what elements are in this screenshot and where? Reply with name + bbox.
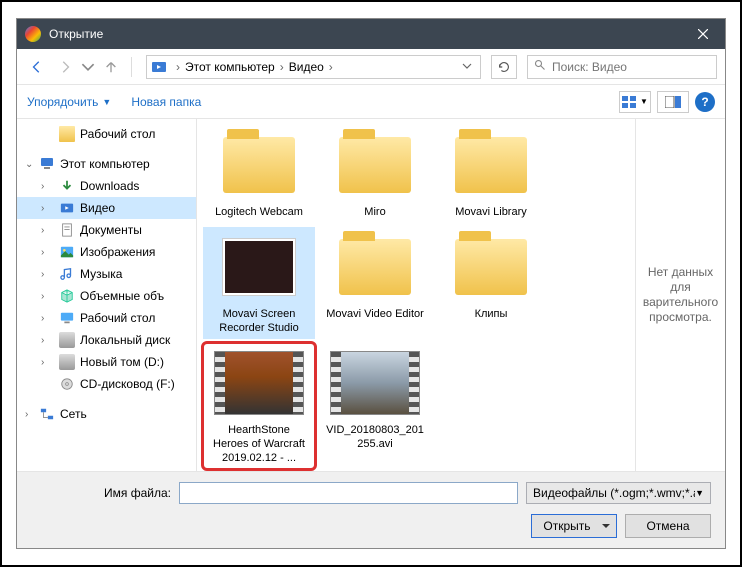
cancel-button[interactable]: Отмена [625, 514, 711, 538]
file-list[interactable]: Logitech Webcam Miro Movavi Library Mova… [197, 119, 635, 471]
chevron-right-icon: › [326, 60, 336, 74]
expand-icon[interactable]: › [41, 247, 44, 258]
disk-icon [59, 354, 75, 370]
video-library-icon [149, 57, 169, 77]
preview-pane-button[interactable] [657, 91, 689, 113]
music-icon [59, 266, 75, 282]
folder-movavi-library[interactable]: Movavi Library [435, 125, 547, 223]
open-button[interactable]: Открыть [531, 514, 617, 538]
address-dropdown[interactable] [456, 60, 478, 74]
sidebar-item-this-pc[interactable]: ⌄Этот компьютер [17, 153, 196, 175]
forward-button[interactable] [53, 55, 77, 79]
new-folder-button[interactable]: Новая папка [131, 95, 201, 109]
help-button[interactable]: ? [695, 92, 715, 112]
folder-icon [455, 137, 527, 193]
folder-icon [339, 239, 411, 295]
titlebar: Открытие [17, 19, 725, 49]
video-icon [59, 200, 75, 216]
expand-icon[interactable]: › [41, 291, 44, 302]
view-mode-button[interactable]: ▼ [619, 91, 651, 113]
folder-icon [455, 239, 527, 295]
search-box[interactable] [527, 55, 717, 79]
recent-dropdown[interactable] [81, 55, 95, 79]
chevron-down-icon: ▼ [695, 488, 704, 498]
filetype-dropdown[interactable]: Видеофайлы (*.ogm;*.wmv;*.a ▼ [526, 482, 711, 504]
footer: Имя файла: Видеофайлы (*.ogm;*.wmv;*.a ▼… [17, 471, 725, 548]
disk-icon [59, 332, 75, 348]
folder-miro[interactable]: Miro [319, 125, 431, 223]
search-input[interactable] [552, 60, 710, 74]
pictures-icon [59, 244, 75, 260]
expand-icon[interactable]: › [41, 335, 44, 346]
up-button[interactable] [99, 55, 123, 79]
sidebar-item-desktop-2[interactable]: ›Рабочий стол [17, 307, 196, 329]
sidebar-item-cd-drive[interactable]: CD-дисковод (F:) [17, 373, 196, 395]
folder-logitech-webcam[interactable]: Logitech Webcam [203, 125, 315, 223]
sidebar-item-new-volume[interactable]: ›Новый том (D:) [17, 351, 196, 373]
sidebar-item-desktop[interactable]: Рабочий стол [17, 123, 196, 145]
collapse-icon[interactable]: ⌄ [25, 159, 33, 170]
chevron-right-icon: › [173, 60, 183, 74]
sidebar-item-video[interactable]: ›Видео [17, 197, 196, 219]
breadcrumb-current[interactable]: Видео [287, 60, 326, 74]
expand-icon[interactable]: › [41, 357, 44, 368]
pc-icon [39, 156, 55, 172]
chevron-down-icon: ▼ [640, 97, 648, 106]
chrome-icon [25, 26, 41, 42]
close-icon [698, 29, 708, 39]
video-thumbnail [214, 351, 304, 415]
toolbar: Упорядочить▼ Новая папка ▼ ? [17, 85, 725, 119]
sidebar-item-3d-objects[interactable]: ›Объемные объ [17, 285, 196, 307]
sidebar-item-documents[interactable]: ›Документы [17, 219, 196, 241]
chevron-down-icon: ▼ [102, 97, 111, 107]
sidebar-item-music[interactable]: ›Музыка [17, 263, 196, 285]
preview-empty-text: Нет данных для варительного просмотра. [643, 265, 718, 325]
window-title: Открытие [49, 27, 680, 41]
folder-clips[interactable]: Клипы [435, 227, 547, 339]
documents-icon [59, 222, 75, 238]
cube-icon [59, 288, 75, 304]
breadcrumb-root[interactable]: Этот компьютер [183, 60, 277, 74]
back-button[interactable] [25, 55, 49, 79]
navigation-tree[interactable]: Рабочий стол ⌄Этот компьютер ›Downloads … [17, 119, 197, 471]
refresh-button[interactable] [491, 55, 517, 79]
network-icon [39, 406, 55, 422]
chevron-right-icon: › [277, 60, 287, 74]
folder-movavi-video-editor[interactable]: Movavi Video Editor [319, 227, 431, 339]
expand-icon[interactable]: › [41, 203, 44, 214]
downloads-icon [59, 178, 75, 194]
cd-icon [59, 376, 75, 392]
file-open-dialog: Открытие › Этот компьютер › Видео › Упор… [16, 18, 726, 549]
sidebar-item-downloads[interactable]: ›Downloads [17, 175, 196, 197]
sidebar-item-pictures[interactable]: ›Изображения [17, 241, 196, 263]
preview-pane: Нет данных для варительного просмотра. [635, 119, 725, 471]
video-vid-20180803[interactable]: VID_20180803_201255.avi [319, 343, 431, 469]
filename-input[interactable] [179, 482, 518, 504]
folder-icon [223, 137, 295, 193]
expand-icon[interactable]: › [41, 225, 44, 236]
organize-menu[interactable]: Упорядочить▼ [27, 95, 111, 109]
close-button[interactable] [680, 19, 725, 49]
sidebar-item-local-disk[interactable]: ›Локальный диск [17, 329, 196, 351]
video-hearthstone[interactable]: HearthStone Heroes of Warcraft 2019.02.1… [203, 343, 315, 469]
expand-icon[interactable]: › [41, 313, 44, 324]
body: Рабочий стол ⌄Этот компьютер ›Downloads … [17, 119, 725, 471]
folder-icon [59, 126, 75, 142]
expand-icon[interactable]: › [25, 409, 28, 420]
sidebar-item-network[interactable]: ›Сеть [17, 403, 196, 425]
video-thumbnail [330, 351, 420, 415]
folder-icon [339, 137, 411, 193]
navigation-bar: › Этот компьютер › Видео › [17, 49, 725, 85]
expand-icon[interactable]: › [41, 269, 44, 280]
desktop-icon [59, 310, 75, 326]
folder-preview-icon [223, 239, 295, 295]
expand-icon[interactable]: › [41, 181, 44, 192]
address-bar[interactable]: › Этот компьютер › Видео › [146, 55, 481, 79]
filename-label: Имя файла: [31, 486, 171, 500]
folder-movavi-screen-recorder[interactable]: Movavi Screen Recorder Studio [203, 227, 315, 339]
search-icon [534, 59, 546, 74]
